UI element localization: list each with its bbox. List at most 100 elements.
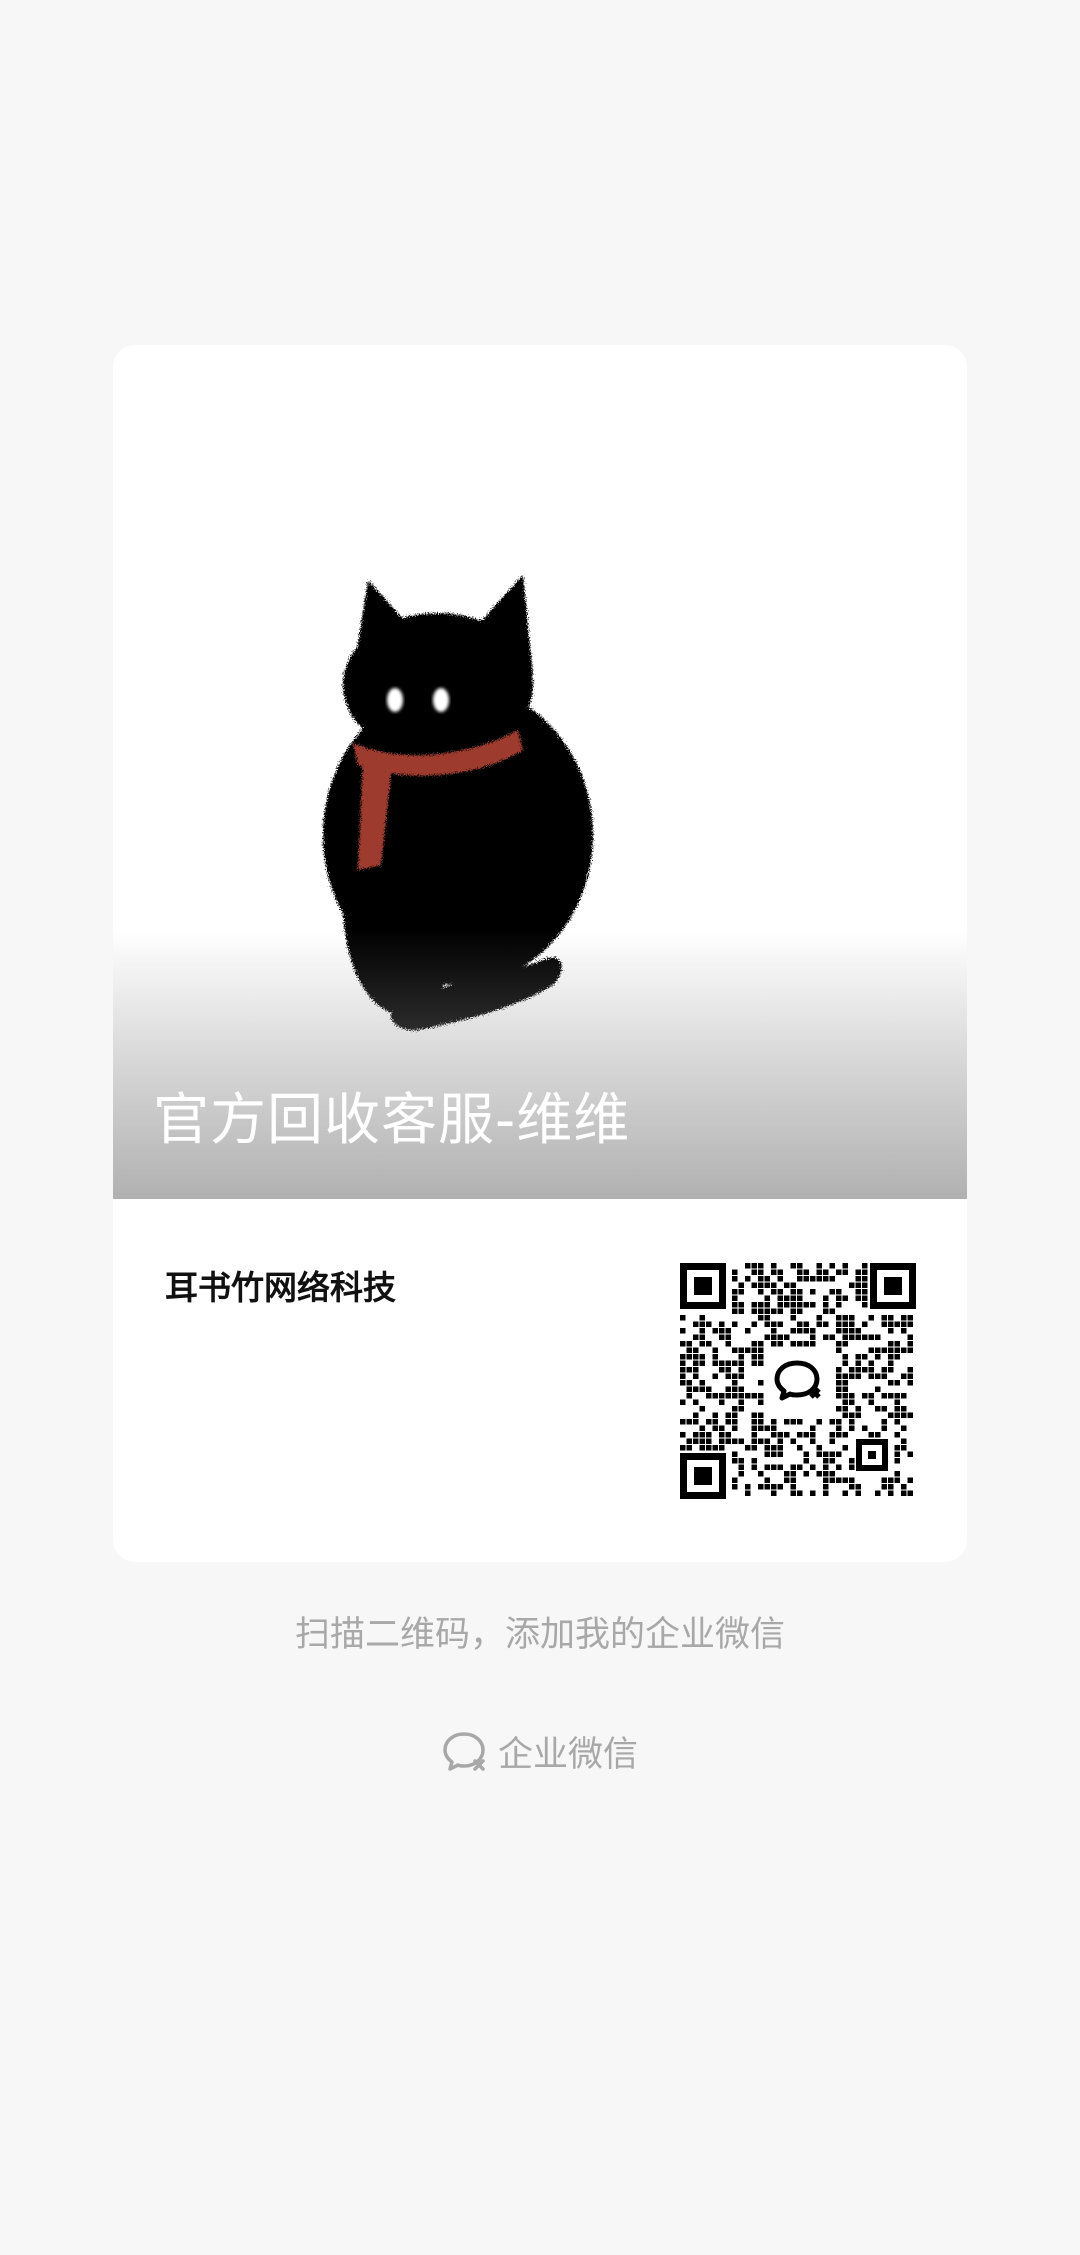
qr-module — [881, 1315, 887, 1321]
qr-module — [680, 1341, 686, 1347]
qr-module — [842, 1269, 848, 1275]
qr-module — [699, 1425, 705, 1431]
qr-module — [894, 1419, 900, 1425]
qr-module — [751, 1432, 757, 1438]
qr-module — [777, 1276, 783, 1282]
qr-module — [894, 1380, 900, 1386]
qr-module — [823, 1451, 829, 1457]
qr-module — [686, 1386, 692, 1392]
qr-module — [881, 1419, 887, 1425]
qr-module — [855, 1295, 861, 1301]
qr-module — [836, 1328, 842, 1334]
qr-module — [790, 1328, 796, 1334]
qr-module — [816, 1451, 822, 1457]
qr-module — [849, 1477, 855, 1483]
qr-module — [901, 1412, 907, 1418]
qr-module — [712, 1328, 718, 1334]
qr-module — [810, 1425, 816, 1431]
qr-module — [823, 1276, 829, 1282]
qr-module — [699, 1445, 705, 1451]
qr-module — [875, 1373, 881, 1379]
qr-module — [784, 1471, 790, 1477]
qr-module — [810, 1438, 816, 1444]
qr-module — [888, 1354, 894, 1360]
qr-module — [894, 1321, 900, 1327]
qr-module — [764, 1445, 770, 1451]
qr-module — [901, 1328, 907, 1334]
qr-module — [901, 1406, 907, 1412]
qr-module — [810, 1302, 816, 1308]
qr-module — [712, 1419, 718, 1425]
qr-module — [764, 1438, 770, 1444]
display-name: 官方回收客服-维维 — [153, 1088, 631, 1153]
qr-module — [842, 1477, 848, 1483]
qr-module — [777, 1432, 783, 1438]
qr-module — [784, 1432, 790, 1438]
qr-module — [771, 1341, 777, 1347]
qr-module — [751, 1425, 757, 1431]
qr-module — [855, 1367, 861, 1373]
company-name: 耳书竹网络科技 — [165, 1268, 396, 1307]
qr-module — [738, 1347, 744, 1353]
qr-module — [881, 1373, 887, 1379]
qr-module — [790, 1295, 796, 1301]
qr-module — [693, 1419, 699, 1425]
qr-module — [680, 1367, 686, 1373]
qr-module — [686, 1347, 692, 1353]
qr-module — [758, 1393, 764, 1399]
qr-module — [693, 1412, 699, 1418]
qr-module — [758, 1354, 764, 1360]
qr-module — [894, 1412, 900, 1418]
qr-module — [829, 1438, 835, 1444]
qr-module — [816, 1445, 822, 1451]
qr-module — [823, 1484, 829, 1490]
qr-module — [732, 1276, 738, 1282]
qr-module — [855, 1412, 861, 1418]
qr-module — [699, 1328, 705, 1334]
qr-module — [680, 1419, 686, 1425]
qr-module — [712, 1347, 718, 1353]
qr-module — [758, 1419, 764, 1425]
qr-module — [907, 1334, 913, 1340]
qr-module — [732, 1373, 738, 1379]
qr-module — [777, 1464, 783, 1470]
qr-module — [823, 1321, 829, 1327]
qr-module — [751, 1321, 757, 1327]
qr-module — [751, 1269, 757, 1275]
qr-module — [855, 1490, 861, 1496]
qr-module — [829, 1263, 835, 1269]
qr-module — [868, 1360, 874, 1366]
qr-module — [888, 1367, 894, 1373]
qr-module — [855, 1484, 861, 1490]
qr-module — [797, 1464, 803, 1470]
qr-module — [686, 1341, 692, 1347]
qr-module — [842, 1490, 848, 1496]
qr-module — [849, 1399, 855, 1405]
qr-module — [777, 1302, 783, 1308]
qr-module — [836, 1406, 842, 1412]
qr-module — [777, 1295, 783, 1301]
qr-module — [784, 1334, 790, 1340]
qr-module — [888, 1341, 894, 1347]
qr-module — [758, 1471, 764, 1477]
qr-module — [784, 1295, 790, 1301]
qr-module — [712, 1425, 718, 1431]
qr-module — [862, 1321, 868, 1327]
qr-module — [803, 1458, 809, 1464]
qr-module — [725, 1432, 731, 1438]
qr-module — [758, 1380, 764, 1386]
qr-module — [738, 1406, 744, 1412]
qr-module — [693, 1354, 699, 1360]
qr-module — [810, 1289, 816, 1295]
qr-module — [680, 1445, 686, 1451]
qr-module — [823, 1334, 829, 1340]
qr-module — [686, 1393, 692, 1399]
qr-module — [862, 1269, 868, 1275]
qr-module — [732, 1406, 738, 1412]
qr-module — [751, 1412, 757, 1418]
qr-module — [862, 1302, 868, 1308]
qr-module — [836, 1295, 842, 1301]
qr-module — [888, 1393, 894, 1399]
qr-code[interactable] — [680, 1263, 916, 1499]
qr-module — [706, 1321, 712, 1327]
